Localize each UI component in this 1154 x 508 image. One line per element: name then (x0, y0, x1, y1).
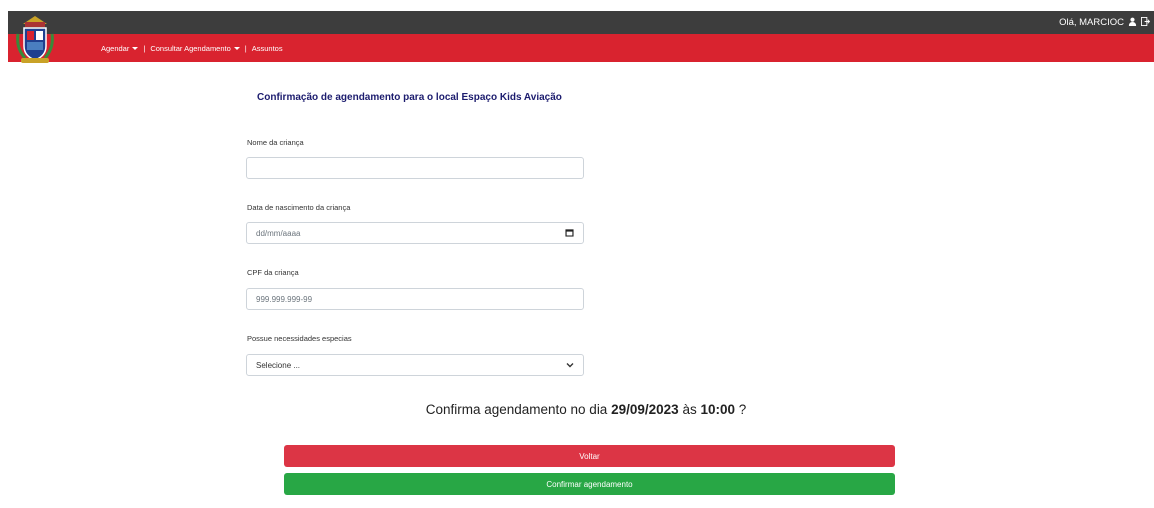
confirmation-suffix: ? (738, 402, 747, 417)
nav-item-label: Consultar Agendamento (150, 43, 231, 53)
confirmation-date: 29/09/2023 (611, 402, 679, 417)
nav-item-assuntos[interactable]: Assuntos (252, 44, 283, 53)
greeting-text: Olá, MARCIOC (1059, 17, 1124, 28)
child-name-input[interactable] (246, 157, 584, 179)
cpf-placeholder: 999.999.999-99 (256, 294, 313, 304)
chevron-down-icon (566, 361, 574, 370)
nav-item-consultar-agendamento[interactable]: Consultar Agendamento (150, 43, 240, 53)
special-needs-select[interactable]: Selecione ... (246, 354, 584, 376)
birth-date-input[interactable]: dd/mm/aaaa (246, 222, 584, 244)
confirmation-time: 10:00 (700, 402, 735, 417)
caret-down-icon (233, 46, 240, 50)
nav-separator: | (244, 43, 247, 53)
page-title: Confirmação de agendamento para o local … (257, 92, 562, 103)
special-needs-label: Possue necessidades especias (247, 334, 352, 343)
nav-item-agendar[interactable]: Agendar (101, 43, 139, 53)
confirmation-middle: às (682, 402, 697, 417)
confirm-booking-button[interactable]: Confirmar agendamento (284, 473, 895, 495)
confirmation-prefix: Confirma agendamento no dia (425, 402, 608, 417)
nav-item-label: Agendar (101, 43, 130, 53)
special-needs-selected: Selecione ... (256, 360, 301, 370)
nav-separator: | (143, 43, 146, 53)
cpf-input[interactable]: 999.999.999-99 (246, 288, 584, 310)
birth-date-label: Data de nascimento da criança (247, 203, 351, 212)
calendar-icon[interactable] (565, 228, 574, 239)
user-greeting[interactable]: Olá, MARCIOC (1059, 11, 1151, 34)
caret-down-icon (132, 46, 139, 50)
top-bar (8, 11, 1154, 34)
city-crest-logo[interactable] (15, 12, 55, 66)
back-button[interactable]: Voltar (284, 445, 895, 467)
user-icon (1128, 17, 1137, 29)
birth-date-placeholder: dd/mm/aaaa (256, 228, 301, 238)
main-nav: Agendar | Consultar Agendamento | Assunt… (101, 34, 283, 62)
cpf-label: CPF da criança (247, 268, 299, 277)
confirmation-text: Confirma agendamento no dia 29/09/2023 à… (0, 402, 1154, 417)
child-name-label: Nome da criança (247, 138, 304, 147)
logout-icon[interactable] (1141, 16, 1151, 29)
nav-item-label: Assuntos (251, 43, 283, 53)
